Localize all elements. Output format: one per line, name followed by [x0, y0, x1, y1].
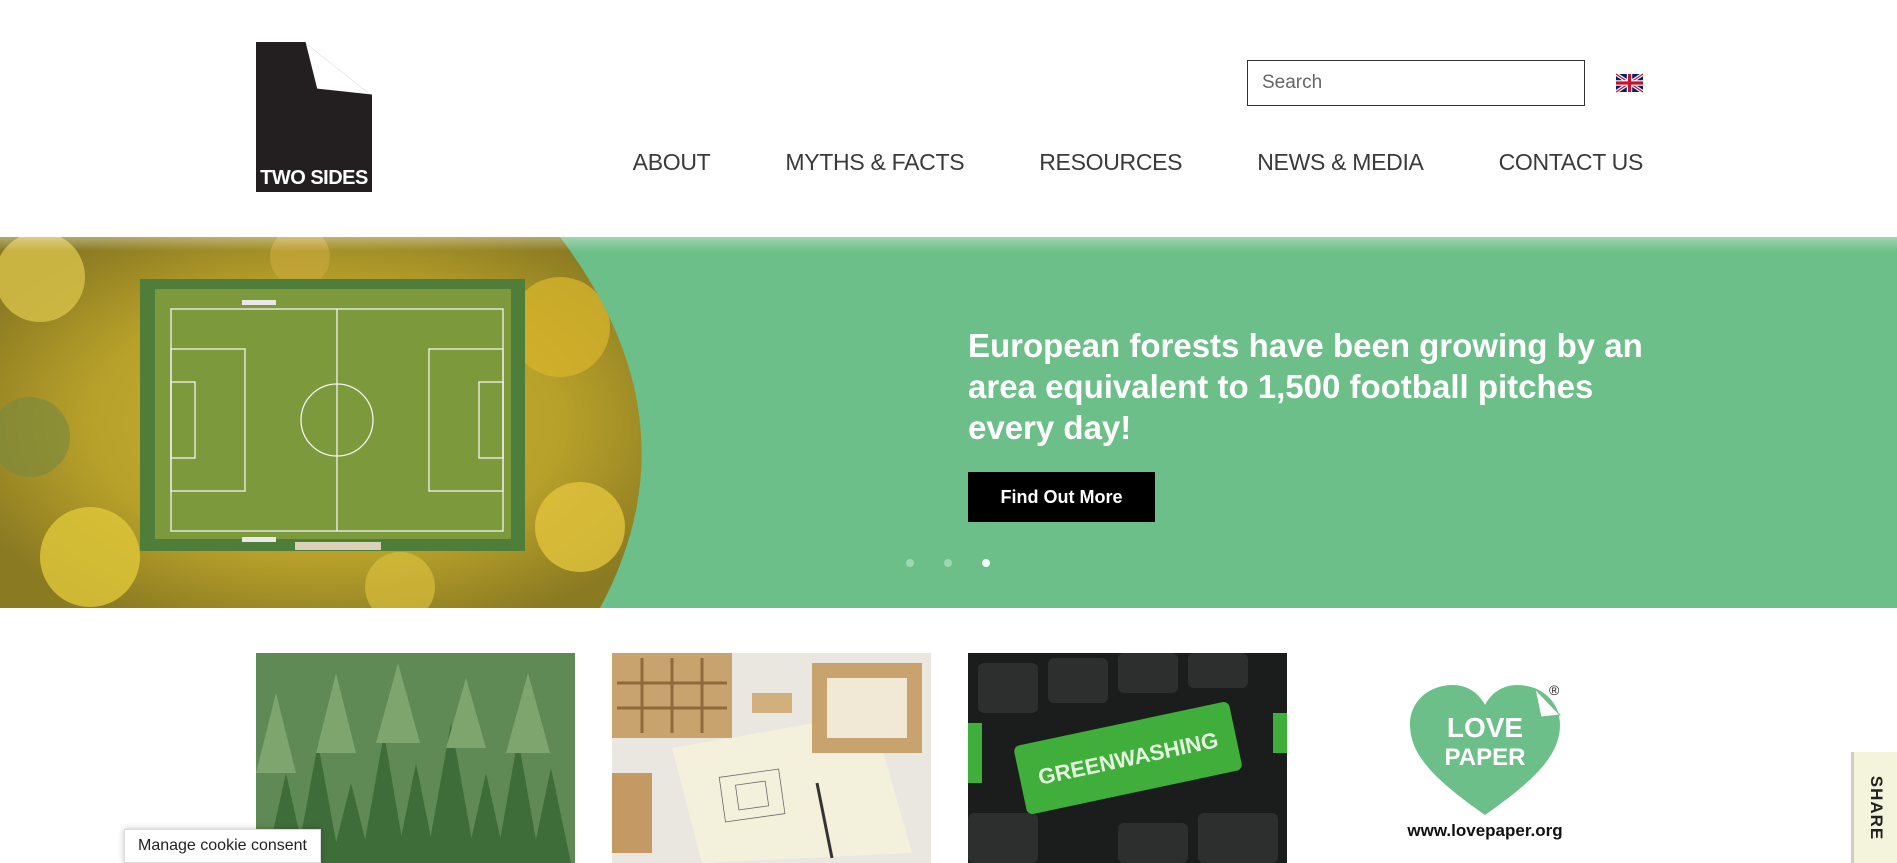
search-input[interactable]	[1247, 60, 1585, 106]
hero-headline: European forests have been growing by an…	[968, 327, 1643, 446]
hero-top-fade	[0, 237, 1897, 251]
uk-flag-icon[interactable]	[1615, 72, 1644, 94]
slider-dot-3[interactable]	[982, 559, 990, 567]
nav-resources[interactable]: RESOURCES	[1039, 149, 1182, 176]
cardboard-boxes-card-image[interactable]	[612, 653, 931, 863]
love-paper-text-paper: PAPER	[1445, 744, 1526, 771]
greenwashing-card-image[interactable]: GREENWASHING	[968, 653, 1287, 863]
nav-about[interactable]: ABOUT	[633, 149, 711, 176]
slider-dot-1[interactable]	[906, 559, 914, 567]
nav-contact-us[interactable]: CONTACT US	[1499, 149, 1644, 176]
slider-dots	[906, 559, 990, 567]
love-paper-text-love: LOVE	[1447, 712, 1523, 743]
love-paper-url[interactable]: www.lovepaper.org	[1360, 821, 1610, 841]
find-out-more-button[interactable]: Find Out More	[968, 472, 1155, 522]
share-label: SHARE	[1866, 775, 1886, 840]
share-tab[interactable]: SHARE	[1851, 752, 1897, 863]
nav-myths-facts[interactable]: MYTHS & FACTS	[785, 149, 964, 176]
main-nav: ABOUT MYTHS & FACTS RESOURCES NEWS & MED…	[633, 149, 1644, 176]
nav-news-media[interactable]: NEWS & MEDIA	[1257, 149, 1424, 176]
two-sides-logo[interactable]: TWO SIDES	[256, 42, 372, 192]
logo-text: TWO SIDES	[260, 167, 368, 189]
hero-slider: European forests have been growing by an…	[0, 237, 1897, 608]
slider-dot-2[interactable]	[944, 559, 952, 567]
manage-cookie-consent-button[interactable]: Manage cookie consent	[124, 829, 321, 863]
svg-text:®: ®	[1549, 682, 1560, 698]
football-pitch-forest-image	[0, 237, 650, 608]
